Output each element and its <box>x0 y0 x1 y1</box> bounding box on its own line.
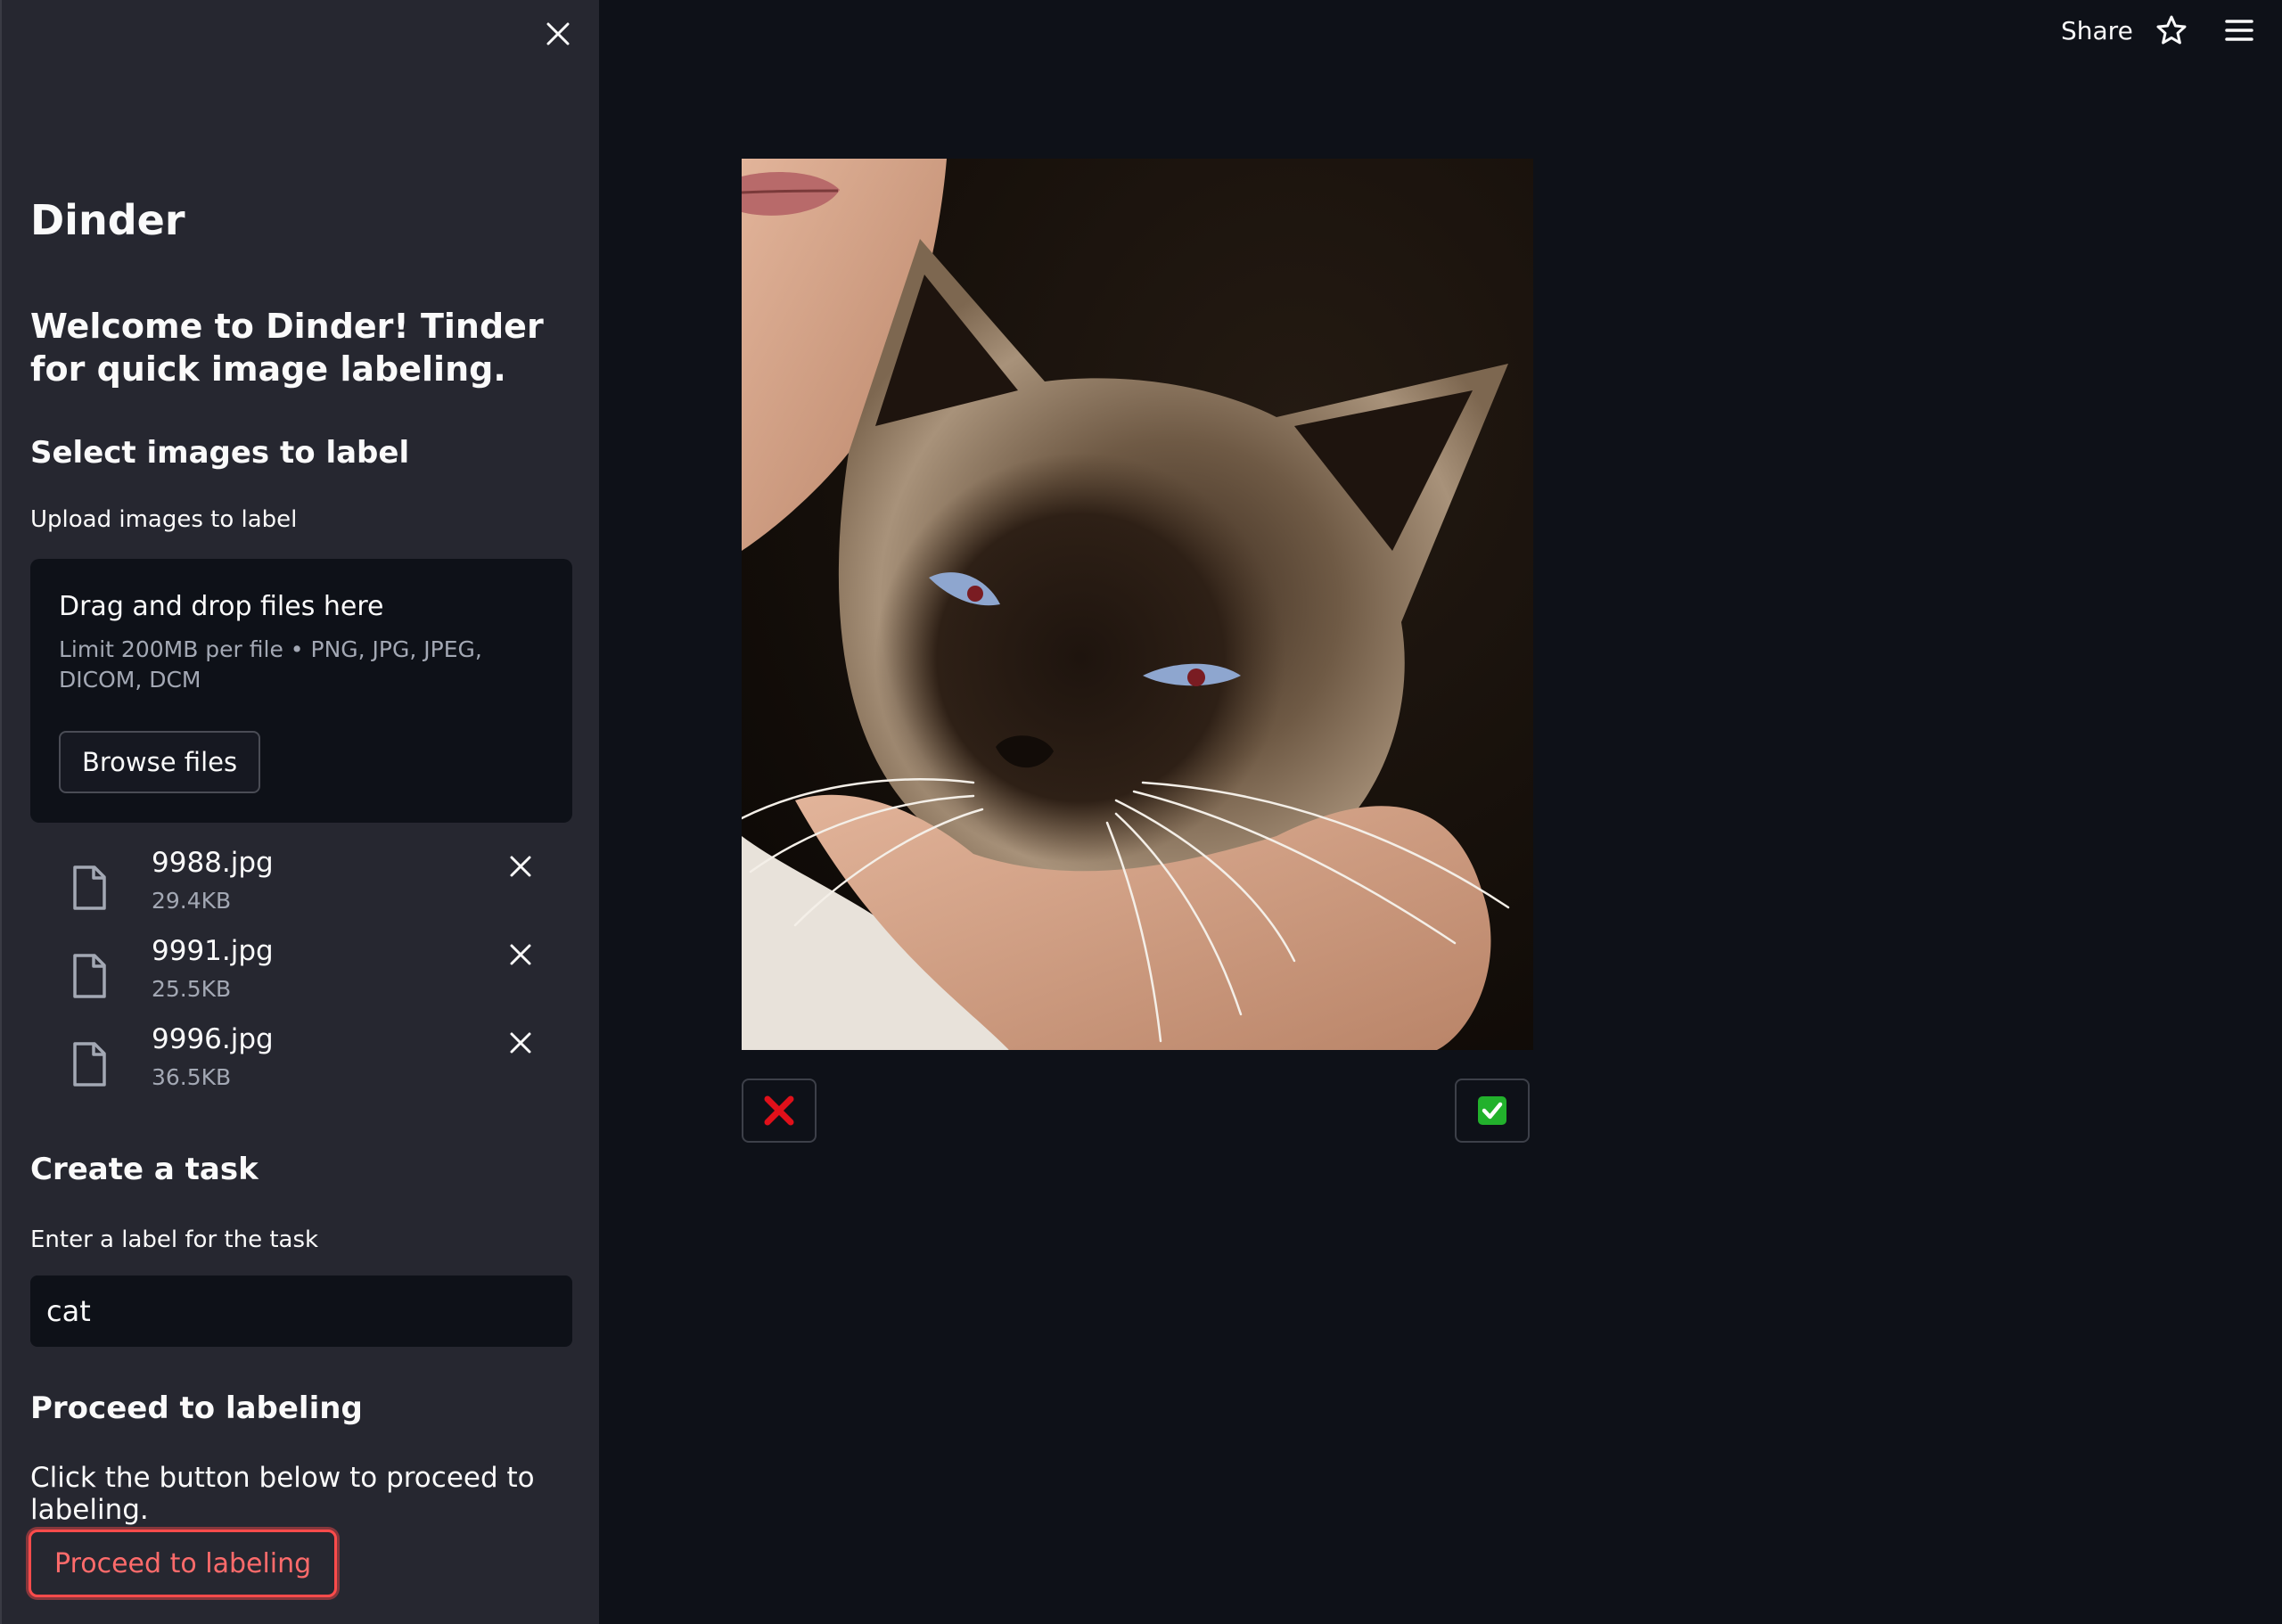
file-name: 9988.jpg <box>152 847 274 879</box>
task-label: Enter a label for the task <box>30 1226 319 1253</box>
reject-button[interactable] <box>742 1079 817 1143</box>
close-icon <box>510 944 531 965</box>
file-size: 25.5KB <box>152 976 232 1002</box>
star-icon <box>2156 15 2187 45</box>
browse-files-button[interactable]: Browse files <box>59 731 261 793</box>
red-x-icon <box>764 1095 794 1126</box>
file-icon <box>73 954 106 998</box>
file-size: 29.4KB <box>152 888 232 914</box>
app-title: Dinder <box>30 196 185 244</box>
file-item: 9988.jpg 29.4KB <box>30 847 572 932</box>
remove-file-button[interactable] <box>503 1025 538 1061</box>
remove-file-button[interactable] <box>503 849 538 884</box>
dropzone-title: Drag and drop files here <box>59 591 384 622</box>
upload-label: Upload images to label <box>30 506 298 533</box>
proceed-instructions: Click the button below to proceed to lab… <box>30 1462 535 1526</box>
file-dropzone[interactable]: Drag and drop files here Limit 200MB per… <box>30 559 572 823</box>
file-size: 36.5KB <box>152 1064 232 1090</box>
task-label-input[interactable] <box>30 1275 572 1347</box>
close-sidebar-button[interactable] <box>542 18 574 50</box>
accept-button[interactable] <box>1455 1079 1530 1143</box>
create-task-heading: Create a task <box>30 1152 259 1187</box>
main-menu-button[interactable] <box>2223 14 2255 50</box>
proceed-to-labeling-button[interactable]: Proceed to labeling <box>29 1530 338 1597</box>
close-icon <box>510 1032 531 1054</box>
close-icon <box>546 22 570 45</box>
file-item: 9991.jpg 25.5KB <box>30 935 572 1021</box>
sidebar: Dinder Welcome to Dinder! Tinder for qui… <box>0 0 599 1624</box>
share-button[interactable]: Share <box>2061 16 2133 45</box>
proceed-heading: Proceed to labeling <box>30 1390 363 1426</box>
welcome-heading: Welcome to Dinder! Tinder for quick imag… <box>30 307 544 389</box>
file-name: 9996.jpg <box>152 1023 274 1055</box>
file-item: 9996.jpg 36.5KB <box>30 1023 572 1109</box>
file-icon <box>73 865 106 910</box>
dropzone-limit-text: Limit 200MB per file • PNG, JPG, JPEG, D… <box>59 636 482 693</box>
file-icon <box>73 1042 106 1087</box>
close-icon <box>510 856 531 877</box>
file-name: 9991.jpg <box>152 935 274 967</box>
green-check-icon <box>1478 1096 1506 1125</box>
remove-file-button[interactable] <box>503 937 538 972</box>
siamese-cat-photo <box>742 159 1533 1050</box>
star-button[interactable] <box>2155 14 2188 50</box>
select-images-heading: Select images to label <box>30 435 410 471</box>
label-image <box>742 159 1533 1050</box>
hamburger-menu-icon <box>2225 20 2253 41</box>
